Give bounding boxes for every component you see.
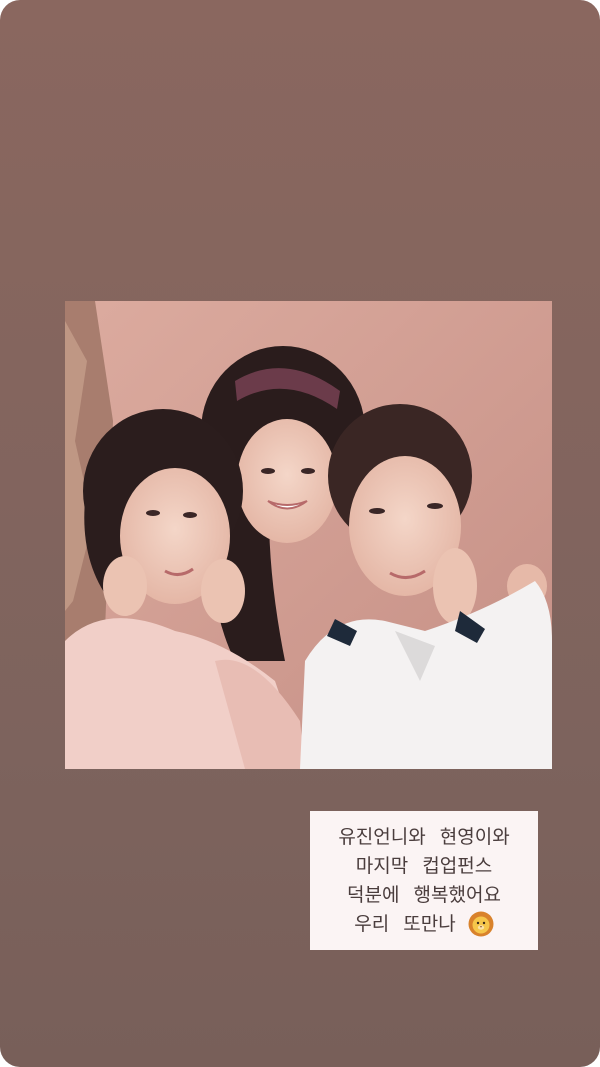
story-caption-box: 유진언니와 현영이와 마지막 컵업펀스 덕분에 행복했어요 우리 또만나 xyxy=(310,811,538,950)
caption-line-3: 덕분에 행복했어요 xyxy=(347,883,501,906)
caption-line-2: 마지막 컵업펀스 xyxy=(355,854,493,877)
caption-line-4-text: 우리 또만나 xyxy=(354,912,456,935)
lion-face-icon xyxy=(468,911,494,937)
group-selfie-photo xyxy=(65,301,552,769)
caption-line-1: 유진언니와 현영이와 xyxy=(338,825,510,848)
caption-line-4: 우리 또만나 xyxy=(354,910,494,939)
story-screen: 유진언니와 현영이와 마지막 컵업펀스 덕분에 행복했어요 우리 또만나 xyxy=(0,0,600,1067)
